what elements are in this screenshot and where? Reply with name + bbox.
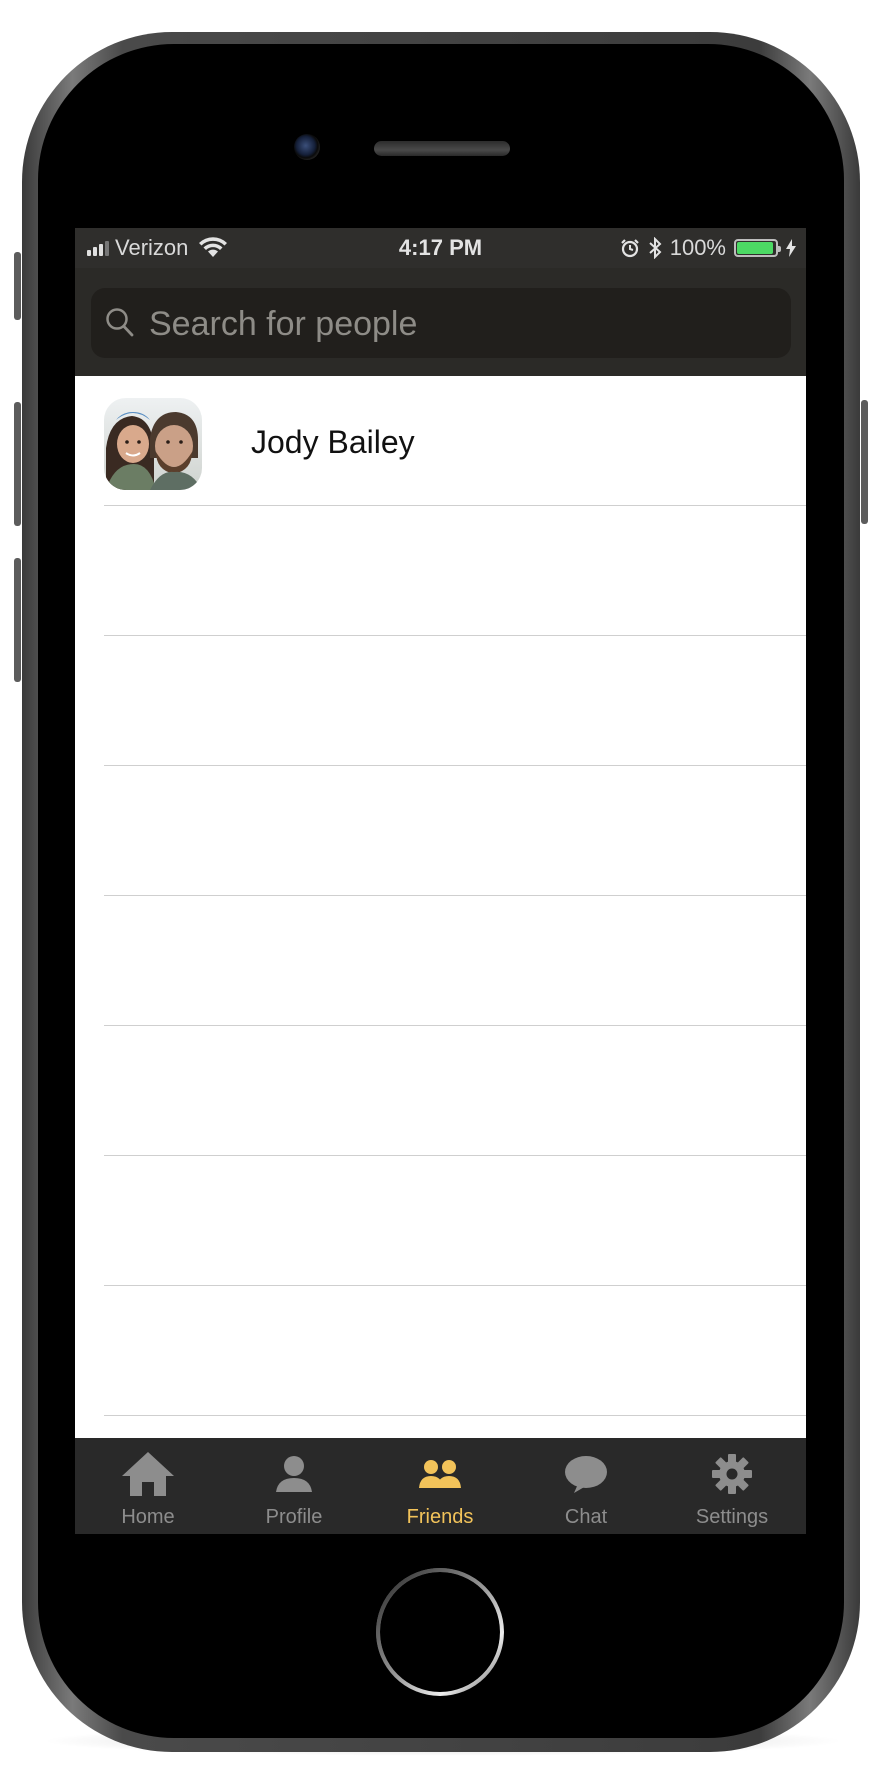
home-icon: [122, 1452, 174, 1496]
search-input[interactable]: [147, 288, 771, 360]
empty-row: [75, 766, 806, 896]
empty-row: [75, 1156, 806, 1286]
volume-up-button: [14, 402, 21, 526]
chat-icon: [565, 1456, 607, 1493]
search-icon: [106, 308, 134, 337]
tab-label: Profile: [265, 1506, 323, 1528]
gear-icon: [712, 1454, 752, 1494]
profile-icon: [276, 1456, 312, 1492]
tab-label: Friends: [406, 1506, 474, 1528]
friends-icon: [419, 1460, 461, 1488]
silent-switch: [14, 252, 21, 320]
front-camera: [294, 134, 320, 160]
volume-down-button: [14, 558, 21, 682]
battery-fill: [737, 242, 773, 254]
tab-label: Chat: [564, 1506, 608, 1528]
tab-profile[interactable]: Profile: [221, 1438, 367, 1534]
tab-label: Settings: [695, 1506, 769, 1528]
tab-label: Home: [121, 1506, 175, 1528]
empty-row: [75, 1286, 806, 1416]
tab-chat[interactable]: Chat: [513, 1438, 659, 1534]
empty-row: [75, 506, 806, 636]
alarm-icon: [620, 239, 639, 258]
battery-tip: [778, 246, 781, 252]
earpiece-speaker: [374, 141, 510, 156]
home-button[interactable]: [376, 1568, 504, 1696]
search-field[interactable]: [91, 288, 791, 360]
battery-percent: 100%: [669, 235, 726, 260]
tab-home[interactable]: Home: [75, 1438, 221, 1534]
power-button: [861, 400, 868, 524]
tab-settings[interactable]: Settings: [659, 1438, 805, 1534]
empty-row: [75, 1026, 806, 1156]
empty-row: [75, 896, 806, 1026]
search-bar: [75, 268, 806, 376]
empty-row: [75, 636, 806, 766]
row-separator: [104, 1415, 806, 1416]
charging-bolt-icon: [786, 239, 796, 257]
friend-row[interactable]: Jody Bailey: [75, 376, 806, 506]
battery-icon: [734, 239, 781, 257]
app-screen: Verizon 4:17 PM 100% Search for people J…: [75, 228, 806, 1534]
avatar: [104, 398, 202, 490]
status-right-group: 100%: [620, 235, 796, 261]
tab-friends[interactable]: Friends: [367, 1438, 513, 1534]
tab-bar: Home Profile Friends Chat Settings: [75, 1438, 806, 1534]
friends-list: Jody Bailey: [75, 376, 806, 1416]
bluetooth-icon: [649, 237, 662, 259]
friend-name: Jody Bailey: [251, 424, 415, 460]
status-bar: Verizon 4:17 PM 100%: [75, 228, 806, 268]
